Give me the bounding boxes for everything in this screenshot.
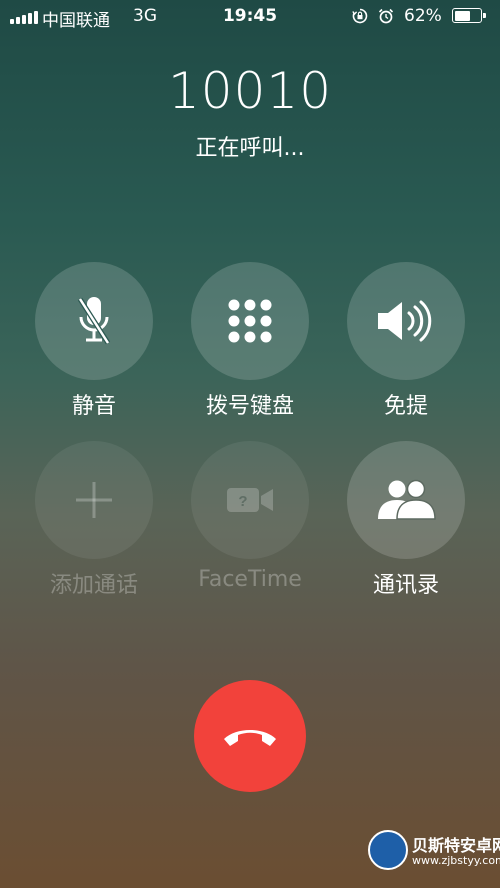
- alarm-icon: [378, 8, 394, 24]
- watermark-name: 贝斯特安卓网: [412, 836, 500, 855]
- speaker-label: 免提: [383, 394, 428, 419]
- contacts-button[interactable]: [347, 441, 465, 559]
- end-call-icon: [224, 730, 276, 746]
- keypad-button[interactable]: [191, 262, 309, 380]
- speaker-icon: [378, 300, 432, 342]
- keypad-label: 拨号键盘: [205, 394, 294, 419]
- keypad-icon: [228, 299, 272, 343]
- plus-icon: [76, 482, 112, 518]
- orientation-lock-icon: [352, 8, 368, 24]
- mute-button[interactable]: [35, 262, 153, 380]
- watermark: 贝斯特安卓网 www.zjbstyy.com: [368, 826, 500, 886]
- add-call-button[interactable]: [35, 441, 153, 559]
- contacts-icon: [378, 479, 436, 520]
- video-camera-icon: ?: [227, 488, 273, 512]
- called-number: 10010: [167, 62, 333, 120]
- svg-text:?: ?: [238, 493, 247, 510]
- battery-percent: 62%: [404, 6, 442, 26]
- end-call-button[interactable]: [194, 680, 306, 792]
- status-bar: 中国联通 3G 19:45 62%: [0, 0, 500, 34]
- watermark-url: www.zjbstyy.com: [412, 854, 500, 867]
- facetime-button[interactable]: ?: [191, 441, 309, 559]
- add-call-label: 添加通话: [49, 573, 138, 598]
- speaker-button[interactable]: [347, 262, 465, 380]
- mic-off-icon: [77, 297, 111, 345]
- call-status: 正在呼叫...: [195, 136, 305, 161]
- mute-label: 静音: [71, 394, 116, 419]
- watermark-logo-icon: [368, 830, 408, 870]
- battery-icon: [452, 8, 486, 23]
- facetime-label: FaceTime: [198, 567, 302, 592]
- contacts-label: 通讯录: [372, 573, 439, 598]
